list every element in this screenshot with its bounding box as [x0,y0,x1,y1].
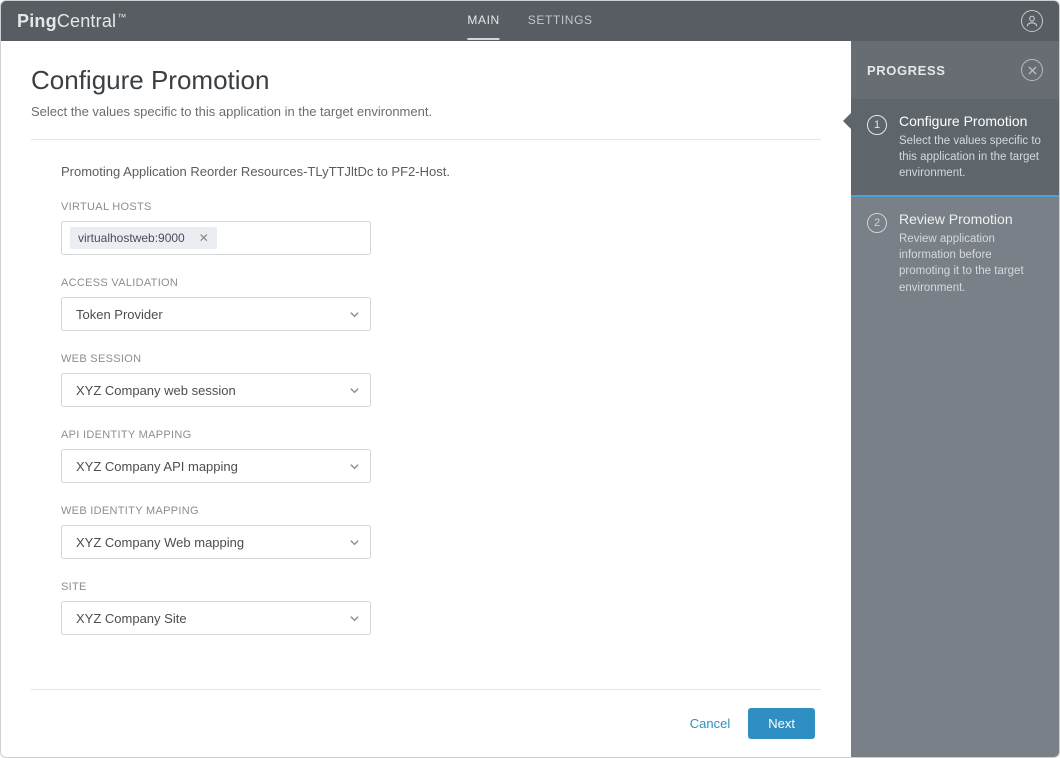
field-web-identity-mapping: WEB IDENTITY MAPPING XYZ Company Web map… [61,505,821,559]
step-number: 1 [867,115,887,135]
field-access-validation: ACCESS VALIDATION Token Provider [61,277,821,331]
form: VIRTUAL HOSTS virtualhostweb:9000 ✕ ACCE… [61,201,821,657]
select-web-identity-mapping[interactable]: XYZ Company Web mapping [61,525,371,559]
divider [31,139,821,140]
page-title: Configure Promotion [31,65,821,96]
promoting-text: Promoting Application Reorder Resources-… [61,164,821,179]
field-site: SITE XYZ Company Site [61,581,821,635]
chevron-down-icon [349,385,360,396]
select-site-value: XYZ Company Site [76,611,187,626]
app-shell: PingCentral™ MAIN SETTINGS Configure Pro… [0,0,1060,758]
main-panel: Configure Promotion Select the values sp… [1,41,851,757]
select-web-identity-mapping-value: XYZ Company Web mapping [76,535,244,550]
next-button[interactable]: Next [748,708,815,739]
remove-tag-icon[interactable]: ✕ [199,232,209,244]
select-access-validation-value: Token Provider [76,307,163,322]
field-virtual-hosts: VIRTUAL HOSTS virtualhostweb:9000 ✕ [61,201,821,255]
nav-settings[interactable]: SETTINGS [528,2,593,40]
label-site: SITE [61,581,821,593]
step-desc: Review application information before pr… [899,231,1043,295]
brand-logo: PingCentral™ [17,11,126,32]
brand-part2: Central [57,11,116,31]
select-api-identity-mapping[interactable]: XYZ Company API mapping [61,449,371,483]
tagbox-virtual-hosts[interactable]: virtualhostweb:9000 ✕ [61,221,371,255]
label-access-validation: ACCESS VALIDATION [61,277,821,289]
sidebar-title: PROGRESS [867,63,945,78]
select-site[interactable]: XYZ Company Site [61,601,371,635]
chevron-down-icon [349,537,360,548]
body-split: Configure Promotion Select the values sp… [1,41,1059,757]
select-web-session[interactable]: XYZ Company web session [61,373,371,407]
sidebar-header: PROGRESS [851,41,1059,99]
brand-tm: ™ [116,12,126,22]
step-number: 2 [867,213,887,233]
chevron-down-icon [349,461,360,472]
label-virtual-hosts: VIRTUAL HOSTS [61,201,821,213]
label-api-identity-mapping: API IDENTITY MAPPING [61,429,821,441]
step-title: Configure Promotion [899,113,1043,129]
select-access-validation[interactable]: Token Provider [61,297,371,331]
step-configure-promotion[interactable]: 1 Configure Promotion Select the values … [851,99,1059,197]
field-api-identity-mapping: API IDENTITY MAPPING XYZ Company API map… [61,429,821,483]
tag-virtual-host-label: virtualhostweb:9000 [78,231,185,245]
label-web-identity-mapping: WEB IDENTITY MAPPING [61,505,821,517]
chevron-down-icon [349,309,360,320]
brand-part1: Ping [17,11,57,31]
field-web-session: WEB SESSION XYZ Company web session [61,353,821,407]
step-review-promotion[interactable]: 2 Review Promotion Review application in… [851,197,1059,311]
label-web-session: WEB SESSION [61,353,821,365]
select-web-session-value: XYZ Company web session [76,383,236,398]
page-subtitle: Select the values specific to this appli… [31,104,821,119]
step-desc: Select the values specific to this appli… [899,133,1043,181]
step-title: Review Promotion [899,211,1043,227]
nav-main[interactable]: MAIN [467,2,499,40]
close-icon[interactable] [1021,59,1043,81]
progress-sidebar: PROGRESS 1 Configure Promotion Select th… [851,41,1059,757]
top-nav: MAIN SETTINGS [467,2,592,40]
divider [31,689,821,690]
select-api-identity-mapping-value: XYZ Company API mapping [76,459,238,474]
user-icon[interactable] [1021,10,1043,32]
tag-virtual-host: virtualhostweb:9000 ✕ [70,227,217,249]
cancel-button[interactable]: Cancel [690,716,730,731]
topbar: PingCentral™ MAIN SETTINGS [1,1,1059,41]
action-bar: Cancel Next [31,708,821,739]
chevron-down-icon [349,613,360,624]
